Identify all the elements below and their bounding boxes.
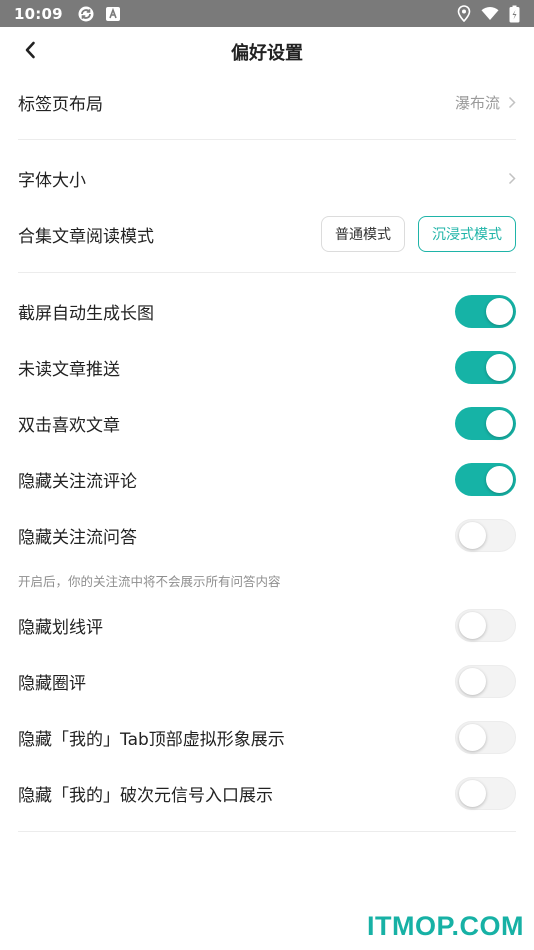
toggle-row-hide-feed-comments: 隐藏关注流评论: [0, 451, 534, 507]
app-a-icon: [105, 6, 121, 22]
toggle-label: 双击喜欢文章: [18, 415, 120, 436]
chevron-left-icon: [24, 41, 36, 63]
double-tap-like-toggle[interactable]: [455, 406, 516, 440]
toggle-row-screenshot-long-image: 截屏自动生成长图: [0, 283, 534, 339]
toggle-knob: [486, 353, 513, 381]
hide-circle-comments-toggle[interactable]: [455, 664, 516, 698]
toggle-knob: [486, 297, 513, 325]
toggle-row-hide-circle-comments: 隐藏圈评: [0, 653, 534, 709]
page-title: 偏好设置: [231, 43, 303, 64]
location-icon: [457, 5, 471, 22]
toggle-row-hide-feed-qa: 隐藏关注流问答: [0, 507, 534, 563]
reading-mode-label: 合集文章阅读模式: [18, 226, 154, 247]
toggle-knob: [459, 779, 486, 807]
tab-layout-value: 瀑布流: [454, 93, 500, 112]
screenshot-long-image-toggle[interactable]: [455, 294, 516, 328]
sync-icon: [77, 5, 95, 23]
hide-signal-entry-toggle[interactable]: [455, 776, 516, 810]
toggle-label: 截屏自动生成长图: [18, 303, 154, 324]
toggle-label: 隐藏关注流问答: [18, 527, 137, 548]
toggle-row-double-tap-like: 双击喜欢文章: [0, 395, 534, 451]
toggle-knob: [459, 723, 486, 751]
back-button[interactable]: [10, 27, 50, 77]
reading-mode-row: 合集文章阅读模式 普通模式 沉浸式模式: [0, 206, 534, 262]
immersive-mode-button[interactable]: 沉浸式模式: [418, 216, 516, 252]
toggle-label: 隐藏「我的」Tab顶部虚拟形象展示: [18, 729, 285, 750]
divider: [18, 831, 516, 832]
wifi-icon: [481, 6, 499, 21]
toggle-label: 隐藏「我的」破次元信号入口展示: [18, 785, 273, 806]
toggle-knob: [459, 521, 486, 549]
toggle-row-hide-avatar-display: 隐藏「我的」Tab顶部虚拟形象展示: [0, 709, 534, 765]
toggle-knob: [459, 611, 486, 639]
hide-feed-comments-toggle[interactable]: [455, 462, 516, 496]
chevron-right-icon: [508, 96, 516, 109]
toggle-row-unread-push: 未读文章推送: [0, 339, 534, 395]
chevron-right-icon: [508, 172, 516, 185]
status-time: 10:09: [14, 4, 63, 23]
toggle-knob: [486, 409, 513, 437]
battery-icon: [509, 5, 520, 23]
hide-avatar-display-toggle[interactable]: [455, 720, 516, 754]
tab-layout-label: 标签页布局: [18, 94, 103, 115]
hide-feed-qa-toggle[interactable]: [455, 518, 516, 552]
toggle-row-hide-signal-entry: 隐藏「我的」破次元信号入口展示: [0, 765, 534, 821]
toggle-knob: [486, 465, 513, 493]
font-size-label: 字体大小: [18, 170, 86, 191]
qa-hint-text: 开启后，你的关注流中将不会展示所有问答内容: [18, 573, 281, 589]
hide-underline-comments-toggle[interactable]: [455, 608, 516, 642]
normal-mode-button[interactable]: 普通模式: [321, 216, 405, 252]
toggle-label: 隐藏关注流评论: [18, 471, 137, 492]
toggle-label: 未读文章推送: [18, 359, 120, 380]
toggle-knob: [459, 667, 486, 695]
tab-layout-row[interactable]: 标签页布局 瀑布流: [0, 77, 534, 127]
unread-push-toggle[interactable]: [455, 350, 516, 384]
toggle-row-hide-underline-comments: 隐藏划线评: [0, 597, 534, 653]
watermark: ITMOP.COM: [366, 911, 524, 941]
status-bar: 10:09: [0, 0, 534, 27]
font-size-row[interactable]: 字体大小: [0, 150, 534, 206]
toggle-label: 隐藏划线评: [18, 617, 103, 638]
nav-bar: 偏好设置: [0, 27, 534, 77]
toggle-label: 隐藏圈评: [18, 673, 86, 694]
